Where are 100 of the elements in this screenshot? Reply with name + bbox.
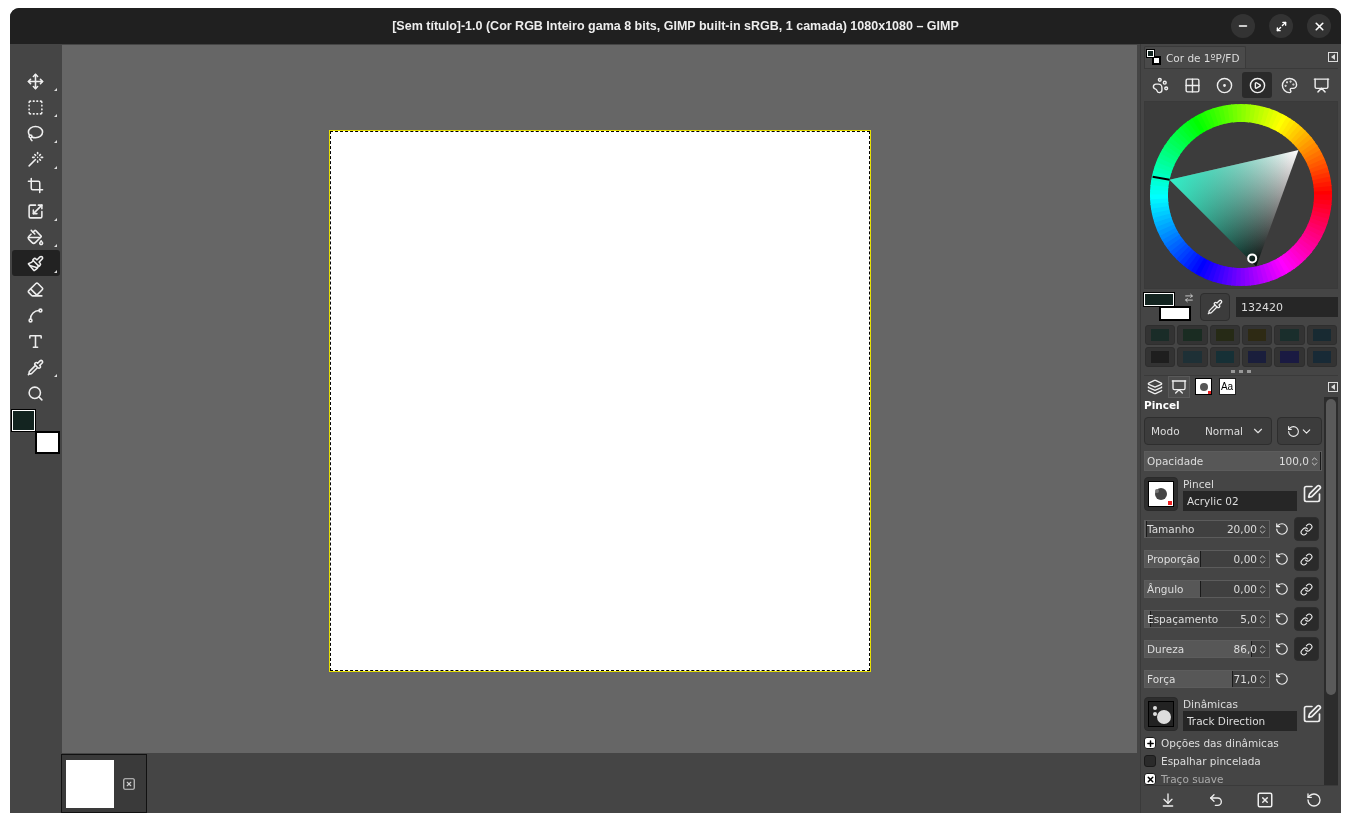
triangle-circle-icon [1248,76,1266,94]
maximize-button[interactable] [1269,14,1293,38]
color-history-button[interactable] [1209,325,1240,345]
panel-menu-icon[interactable] [1328,381,1338,392]
reset-icon[interactable] [1275,552,1289,566]
color-history-button[interactable] [1274,325,1305,345]
reset-icon[interactable] [1275,522,1289,536]
color-history-button[interactable] [1242,347,1273,367]
parameter-slider[interactable]: Força 71,0 [1144,670,1270,688]
color-history-button[interactable] [1274,347,1305,367]
spin-icon[interactable] [1257,673,1268,685]
dynamics-select-button[interactable] [1144,697,1178,731]
close-icon[interactable] [122,776,136,791]
foreground-color-swatch[interactable] [11,410,35,431]
parameter-slider[interactable]: Dureza 86,0 [1144,640,1270,658]
reset-icon[interactable] [1275,612,1289,626]
grip-handle-icon[interactable] [1231,370,1251,373]
spin-icon[interactable] [1257,553,1268,565]
slider-label: Ângulo [1147,583,1185,595]
parameter-slider[interactable]: Tamanho 20,00 [1144,520,1270,538]
hex-field[interactable]: 132420 [1236,297,1338,317]
swap-icon[interactable] [1184,293,1194,303]
paw-icon [1151,76,1169,94]
scrollbar[interactable] [1324,397,1338,785]
background-color-swatch[interactable] [1153,56,1160,64]
edit-icon[interactable] [1302,704,1322,724]
parameter-slider[interactable]: Espaçamento 5,0 [1144,610,1270,628]
parameter-slider[interactable]: Proporção 0,00 [1144,550,1270,568]
submenu-corner-icon [53,270,57,273]
spin-icon[interactable] [1257,643,1268,655]
pipette-icon [1207,299,1223,315]
spin-icon[interactable] [1257,583,1268,595]
dock-tab[interactable]: Cor de 1ºP/FD [1144,46,1246,68]
dock-tab[interactable] [1168,375,1190,398]
submenu-corner-icon [53,88,57,91]
download-icon [1160,791,1176,808]
foreground-color-swatch[interactable] [1147,49,1154,57]
image-thumbnail [66,759,114,808]
color-history-button[interactable] [1145,325,1176,345]
reset-dropdown-button[interactable] [1277,417,1322,445]
slider-label: Proporção [1147,553,1201,565]
dynamics-name-field[interactable]: Track Direction [1183,710,1297,731]
submenu-corner-icon [53,218,57,221]
palette-icon [1280,76,1298,94]
color-history-button[interactable] [1306,325,1337,345]
color-history-button[interactable] [1209,347,1240,367]
background-color-swatch[interactable] [35,432,59,453]
brush-name-field[interactable]: Acrylic 02 [1183,490,1297,511]
checkbox[interactable] [1144,773,1156,785]
reset-icon[interactable] [1275,642,1289,656]
color-history-button[interactable] [1145,347,1176,367]
opacity-slider[interactable]: Opacidade 100,0 [1144,451,1322,471]
checkbox[interactable] [1144,755,1156,767]
close-icon [1312,19,1326,33]
pipette-icon [27,358,44,376]
slider-value: 0,00 [1233,583,1257,595]
foreground-color-swatch[interactable] [1144,293,1174,306]
close-button[interactable] [1307,14,1331,38]
slider-value: 0,00 [1233,553,1257,565]
color-wheel-drawing[interactable] [1149,103,1333,287]
color-history-button[interactable] [1306,347,1337,367]
background-color-swatch[interactable] [1160,307,1190,320]
submenu-corner-icon [53,114,57,117]
reset-icon[interactable] [1275,582,1289,596]
chain-icon [1300,522,1313,536]
spin-icon[interactable] [1257,523,1268,535]
minimize-button[interactable] [1231,14,1255,38]
slider-label: Força [1147,673,1177,685]
link-button[interactable] [1294,517,1319,541]
brush-select-button[interactable] [1144,477,1178,511]
color-history-button[interactable] [1242,325,1273,345]
link-button[interactable] [1294,547,1319,571]
color-selector-tab[interactable] [1242,72,1273,98]
reset-icon [1306,791,1322,808]
mode-dropdown[interactable]: Modo Normal [1144,417,1272,445]
dynamics-options-expander[interactable]: Opções das dinâmicas [1144,737,1322,749]
eraser-icon [27,280,44,298]
dock-tab[interactable] [1192,375,1214,398]
edit-icon[interactable] [1302,484,1322,504]
dock-tab[interactable]: Aa [1216,375,1238,398]
link-button[interactable] [1294,607,1319,631]
color-picker-button[interactable] [1200,293,1230,321]
panel-menu-icon[interactable] [1328,52,1338,62]
reset-icon[interactable] [1275,672,1289,686]
maximize-icon [1275,20,1287,32]
parameter-slider[interactable]: Ângulo 0,00 [1144,580,1270,598]
link-button[interactable] [1294,637,1319,661]
spin-icon[interactable] [1309,455,1320,467]
grid-icon [1184,76,1201,94]
image-tab[interactable] [61,754,147,813]
submenu-corner-icon [53,166,57,169]
spin-icon[interactable] [1257,613,1268,625]
color-history-button[interactable] [1177,325,1208,345]
chain-icon [1300,612,1313,626]
delete-icon [1256,790,1274,809]
tool-button[interactable] [11,250,60,276]
option-label: Opções das dinâmicas [1161,737,1279,749]
mode-value: Normal [1205,425,1243,437]
color-history-button[interactable] [1177,347,1208,367]
link-button[interactable] [1294,577,1319,601]
